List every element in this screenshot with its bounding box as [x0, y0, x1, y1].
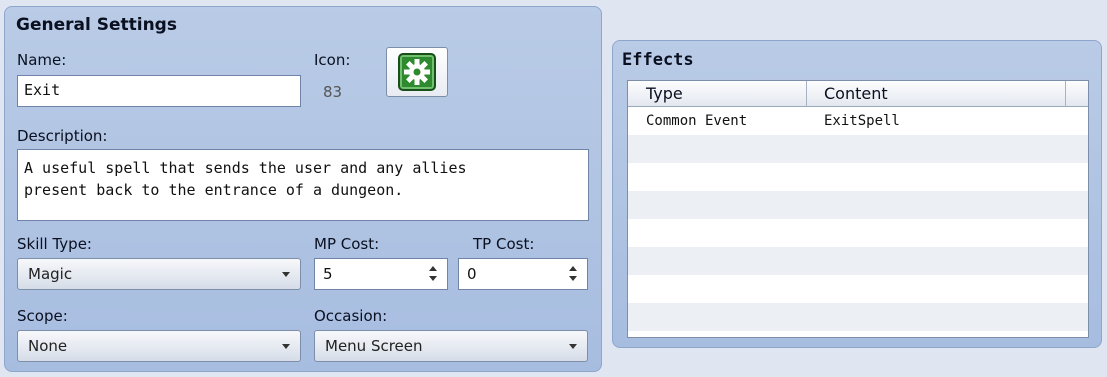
spin-up-icon[interactable] — [429, 266, 437, 271]
effect-content-cell: ExitSpell — [824, 113, 900, 129]
occasion-value: Menu Screen — [325, 337, 423, 355]
effects-table[interactable]: Type Content Common Event ExitSpell — [627, 80, 1089, 338]
tp-cost-value: 0 — [467, 265, 477, 283]
table-row[interactable] — [628, 135, 1088, 163]
general-settings-title: General Settings — [16, 15, 177, 35]
table-row[interactable]: Common Event ExitSpell — [628, 107, 1088, 135]
tp-cost-stepper[interactable]: 0 — [458, 258, 588, 290]
skill-type-label: Skill Type: — [17, 235, 92, 253]
mp-cost-stepper[interactable]: 5 — [314, 258, 448, 290]
spin-up-icon[interactable] — [569, 266, 577, 271]
icon-picker-button[interactable] — [386, 47, 448, 97]
scope-select[interactable]: None — [17, 330, 301, 362]
chevron-down-icon — [282, 272, 290, 277]
column-divider — [806, 81, 807, 107]
scope-value: None — [28, 337, 68, 355]
effects-table-body: Common Event ExitSpell — [628, 107, 1088, 331]
chevron-down-icon — [282, 344, 290, 349]
occasion-label: Occasion: — [314, 307, 388, 325]
effects-table-header: Type Content — [628, 81, 1088, 107]
effect-type-cell: Common Event — [646, 113, 748, 129]
occasion-select[interactable]: Menu Screen — [314, 330, 588, 362]
gear-icon — [398, 53, 436, 91]
spin-down-icon[interactable] — [569, 276, 577, 281]
column-header-type[interactable]: Type — [646, 84, 683, 103]
description-label: Description: — [17, 127, 108, 145]
tp-cost-label: TP Cost: — [473, 235, 535, 253]
column-header-content[interactable]: Content — [824, 84, 888, 103]
table-row[interactable] — [628, 275, 1088, 303]
description-line-1: A useful spell that sends the user and a… — [24, 159, 467, 177]
icon-index: 83 — [323, 83, 343, 101]
description-textarea[interactable]: A useful spell that sends the user and a… — [17, 149, 589, 221]
table-row[interactable] — [628, 303, 1088, 331]
skill-type-select[interactable]: Magic — [17, 258, 301, 290]
table-row[interactable] — [628, 163, 1088, 191]
name-input[interactable]: Exit — [17, 75, 301, 107]
table-row[interactable] — [628, 219, 1088, 247]
effects-panel: Effects Type Content Common Event ExitSp… — [612, 40, 1102, 348]
mp-cost-label: MP Cost: — [314, 235, 380, 253]
effects-title: Effects — [622, 50, 694, 70]
column-divider — [1065, 81, 1066, 107]
scope-label: Scope: — [17, 307, 68, 325]
table-row[interactable] — [628, 191, 1088, 219]
name-value: Exit — [24, 81, 61, 99]
table-row[interactable] — [628, 247, 1088, 275]
skill-type-value: Magic — [28, 265, 73, 283]
description-line-2: present back to the entrance of a dungeo… — [24, 180, 404, 199]
spin-down-icon[interactable] — [429, 276, 437, 281]
chevron-down-icon — [569, 344, 577, 349]
general-settings-panel: General Settings Name: Exit Icon: 83 Des… — [4, 6, 602, 372]
icon-label: Icon: — [314, 51, 351, 69]
mp-cost-value: 5 — [323, 265, 333, 283]
name-label: Name: — [17, 51, 67, 69]
